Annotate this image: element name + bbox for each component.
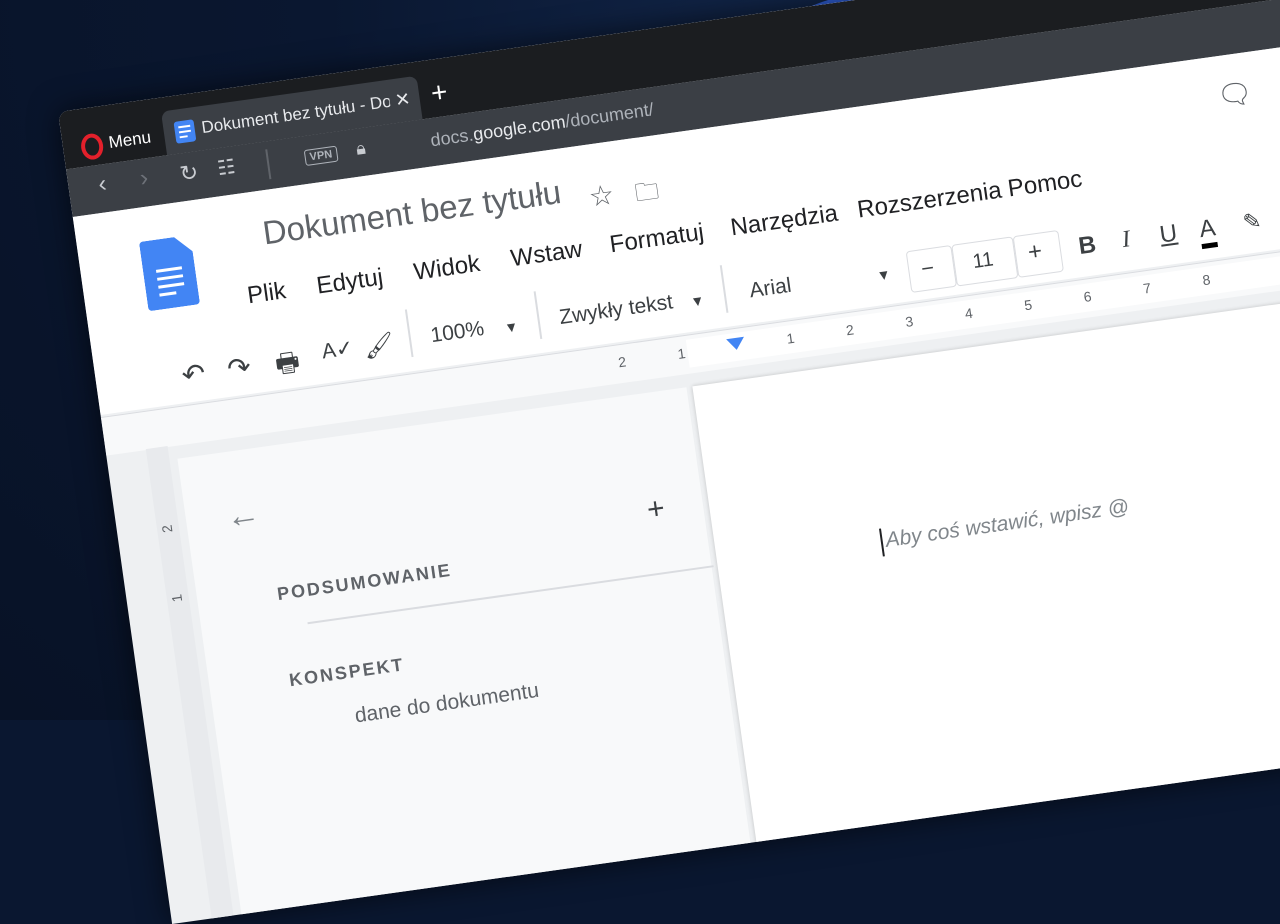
bold-button[interactable]: B bbox=[1077, 231, 1098, 261]
paint-format-icon[interactable]: 🖌︎ bbox=[362, 330, 396, 363]
font-size-increase-button[interactable]: + bbox=[1012, 229, 1064, 278]
chevron-down-icon: ▼ bbox=[503, 318, 520, 336]
outline-sidebar bbox=[177, 387, 754, 924]
spellcheck-icon[interactable]: A✓ bbox=[320, 335, 355, 364]
comments-icon[interactable]: 🗨︎ bbox=[1215, 76, 1255, 114]
chevron-down-icon: ▼ bbox=[689, 291, 706, 310]
redo-icon[interactable]: ↷ bbox=[225, 350, 253, 386]
google-docs-favicon-icon bbox=[173, 119, 197, 144]
minus-label: − bbox=[919, 254, 936, 282]
undo-icon[interactable]: ↶ bbox=[180, 356, 208, 392]
browser-window: Menu Dokument bez tytułu - Dok × + ‹ › ↻… bbox=[58, 0, 1280, 924]
highlight-icon[interactable]: ✎ bbox=[1241, 208, 1263, 236]
underline-button[interactable]: U bbox=[1158, 220, 1179, 250]
reload-icon[interactable]: ↻ bbox=[178, 159, 200, 187]
back-arrow-icon[interactable]: ← bbox=[223, 494, 262, 537]
font-size-decrease-button[interactable]: − bbox=[905, 244, 958, 293]
star-icon[interactable]: ☆ bbox=[587, 178, 616, 214]
chevron-down-icon: ▼ bbox=[875, 265, 892, 284]
indent-marker-icon[interactable] bbox=[726, 336, 746, 352]
menu-plik[interactable]: Plik bbox=[246, 277, 288, 310]
font-size-input[interactable]: 11 bbox=[951, 236, 1019, 287]
font-size-value: 11 bbox=[971, 248, 995, 274]
speed-dial-icon[interactable]: ☷ bbox=[216, 154, 237, 181]
plus-label: + bbox=[1026, 237, 1044, 267]
